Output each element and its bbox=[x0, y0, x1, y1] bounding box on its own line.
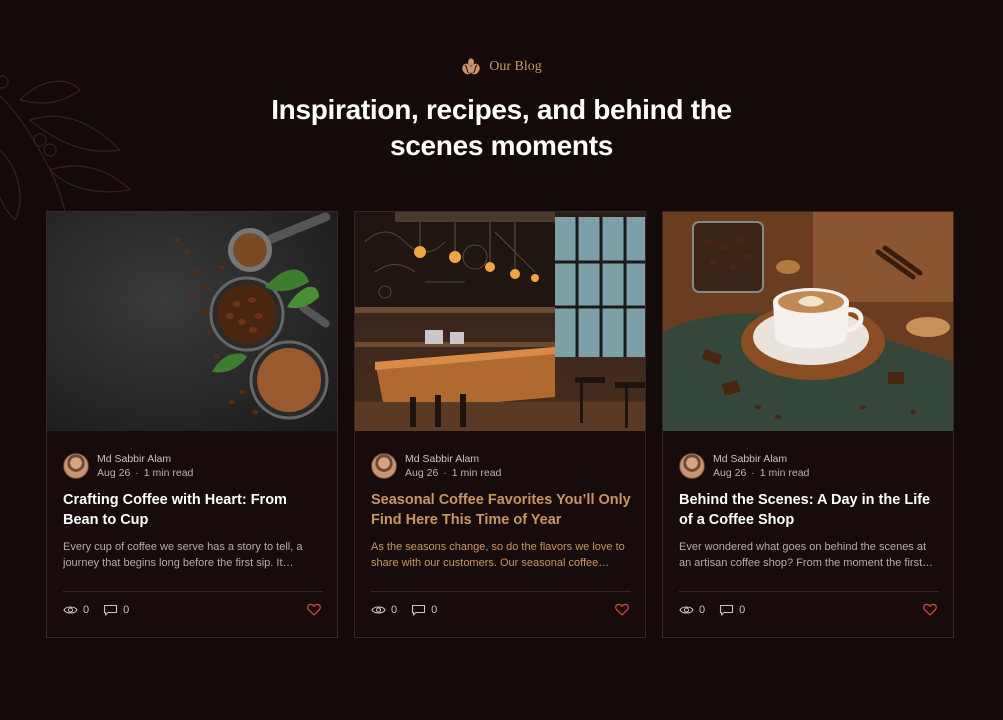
coffee-beans-image bbox=[47, 212, 337, 431]
card-divider bbox=[679, 591, 939, 592]
views-stat: 0 bbox=[63, 604, 89, 616]
comment-icon bbox=[104, 604, 118, 616]
author-avatar[interactable] bbox=[679, 453, 705, 479]
post-image-coffee-shop[interactable] bbox=[355, 212, 645, 431]
coffee-shop-image bbox=[355, 212, 645, 431]
author-name[interactable]: Md Sabbir Alam bbox=[405, 452, 501, 466]
card-divider bbox=[63, 591, 323, 592]
post-title[interactable]: Behind the Scenes: A Day in the Life of … bbox=[679, 490, 941, 530]
post-meta: Md Sabbir Alam Aug 26 · 1 min read bbox=[63, 452, 193, 480]
post-stats: 0 0 bbox=[63, 603, 321, 616]
section-eyebrow: Our Blog bbox=[0, 58, 1003, 76]
post-title[interactable]: Seasonal Coffee Favorites You’ll Only Fi… bbox=[371, 490, 633, 530]
post-image-coffee-beans[interactable] bbox=[47, 212, 337, 431]
post-date: Aug 26 bbox=[713, 467, 747, 479]
comments-count: 0 bbox=[123, 603, 130, 616]
views-count: 0 bbox=[391, 603, 398, 616]
comment-icon bbox=[412, 604, 426, 616]
card-divider bbox=[371, 591, 631, 592]
heart-icon bbox=[307, 603, 321, 616]
eye-icon bbox=[371, 605, 386, 614]
heart-icon bbox=[923, 603, 937, 616]
views-stat: 0 bbox=[371, 604, 397, 616]
section-title-line-2: scenes moments bbox=[389, 130, 613, 161]
post-title[interactable]: Crafting Coffee with Heart: From Bean to… bbox=[63, 490, 325, 530]
author-avatar[interactable] bbox=[371, 453, 397, 479]
comments-count: 0 bbox=[431, 603, 438, 616]
post-excerpt: As the seasons change, so do the flavors… bbox=[371, 541, 625, 569]
comments-stat[interactable]: 0 bbox=[411, 604, 437, 616]
comments-stat[interactable]: 0 bbox=[103, 604, 129, 616]
section-title: Inspiration, recipes, and behind the sce… bbox=[0, 92, 1003, 164]
like-button[interactable] bbox=[923, 603, 937, 616]
eyebrow-label: Our Blog bbox=[489, 59, 542, 74]
like-button[interactable] bbox=[615, 603, 629, 616]
comments-count: 0 bbox=[739, 603, 746, 616]
read-time: 1 min read bbox=[143, 467, 194, 479]
author-name[interactable]: Md Sabbir Alam bbox=[97, 452, 193, 466]
author-avatar[interactable] bbox=[63, 453, 89, 479]
blog-card[interactable]: Md Sabbir Alam Aug 26 · 1 min read Behind … bbox=[662, 211, 954, 638]
comment-icon bbox=[720, 604, 734, 616]
section-title-line-1: Inspiration, recipes, and behind the bbox=[271, 94, 732, 125]
read-time: 1 min read bbox=[759, 467, 810, 479]
latte-cup-image bbox=[663, 212, 953, 431]
post-date: Aug 26 bbox=[405, 467, 439, 479]
comments-stat[interactable]: 0 bbox=[719, 604, 745, 616]
post-excerpt: Every cup of coffee we serve has a story… bbox=[63, 541, 303, 569]
post-stats: 0 0 bbox=[679, 603, 937, 616]
post-image-latte[interactable] bbox=[663, 212, 953, 431]
like-button[interactable] bbox=[307, 603, 321, 616]
blog-card[interactable]: Md Sabbir Alam Aug 26 · 1 min read Seasona… bbox=[354, 211, 646, 638]
post-date: Aug 26 bbox=[97, 467, 131, 479]
post-stats: 0 0 bbox=[371, 603, 629, 616]
post-excerpt: Ever wondered what goes on behind the sc… bbox=[679, 541, 934, 569]
coffee-beans-icon bbox=[462, 58, 480, 75]
post-meta: Md Sabbir Alam Aug 26 · 1 min read bbox=[679, 452, 809, 480]
eye-icon bbox=[63, 605, 78, 614]
author-name[interactable]: Md Sabbir Alam bbox=[713, 452, 809, 466]
read-time: 1 min read bbox=[451, 467, 502, 479]
blog-card-list: Md Sabbir Alam Aug 26 · 1 min read Craftin… bbox=[46, 211, 954, 638]
views-stat: 0 bbox=[679, 604, 705, 616]
post-meta: Md Sabbir Alam Aug 26 · 1 min read bbox=[371, 452, 501, 480]
eye-icon bbox=[679, 605, 694, 614]
heart-icon bbox=[615, 603, 629, 616]
views-count: 0 bbox=[83, 603, 90, 616]
blog-section: Our Blog Inspiration, recipes, and behin… bbox=[0, 0, 1003, 720]
blog-card[interactable]: Md Sabbir Alam Aug 26 · 1 min read Craftin… bbox=[46, 211, 338, 638]
views-count: 0 bbox=[699, 603, 706, 616]
